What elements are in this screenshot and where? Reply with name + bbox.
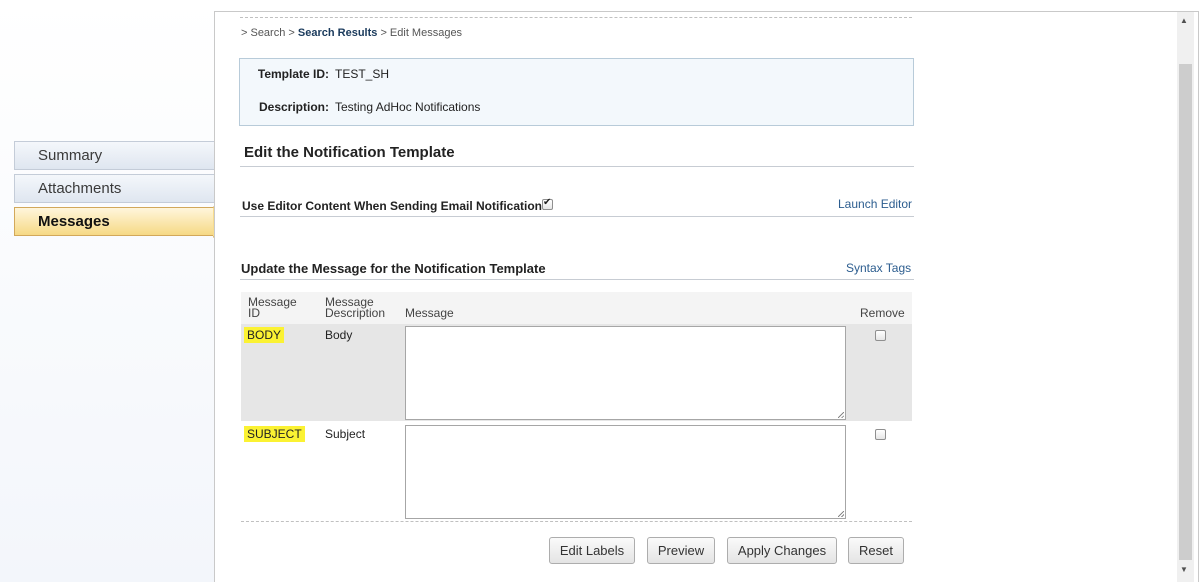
editor-option-label: Use Editor Content When Sending Email No… (242, 199, 547, 213)
tab-attachments[interactable]: Attachments (14, 174, 214, 203)
message-description-subject: Subject (325, 427, 366, 441)
breadcrumb-prefix[interactable]: > Search > (241, 27, 295, 39)
breadcrumb-suffix: > Edit Messages (380, 27, 463, 39)
scroll-up-arrow-icon[interactable]: ▲ (1180, 16, 1188, 25)
description-label: Description: (258, 100, 329, 114)
launch-editor-link[interactable]: Launch Editor (838, 197, 912, 211)
edit-section-title: Edit the Notification Template (244, 144, 455, 161)
message-textarea-subject[interactable] (405, 425, 846, 519)
preview-button[interactable]: Preview (647, 537, 715, 564)
reset-button[interactable]: Reset (848, 537, 904, 564)
description-value: Testing AdHoc Notifications (335, 100, 481, 114)
left-nav-background (0, 0, 214, 582)
column-header-message-id: Message ID (248, 295, 297, 320)
scrollbar-thumb[interactable] (1179, 64, 1192, 560)
column-header-message-description: Message Description (325, 295, 386, 320)
message-textarea-body[interactable] (405, 326, 846, 420)
update-section-divider (240, 279, 914, 280)
template-id-label: Template ID: (257, 67, 329, 81)
apply-changes-button[interactable]: Apply Changes (727, 537, 837, 564)
top-divider (240, 17, 912, 18)
breadcrumb-search-results[interactable]: Search Results (298, 27, 377, 39)
column-header-remove: Remove (860, 306, 905, 320)
remove-checkbox-body[interactable] (875, 330, 886, 341)
section-divider (240, 166, 914, 167)
breadcrumb: > Search > Search Results > Edit Message… (241, 27, 462, 39)
remove-checkbox-subject[interactable] (875, 429, 886, 440)
syntax-tags-link[interactable]: Syntax Tags (846, 261, 911, 275)
table-bottom-divider (241, 521, 912, 522)
tab-messages[interactable]: Messages (14, 207, 214, 236)
editor-option-divider (240, 216, 914, 217)
update-section-title: Update the Message for the Notification … (241, 261, 546, 276)
editor-content-checkbox[interactable] (542, 197, 553, 210)
message-id-subject: SUBJECT (244, 426, 305, 442)
message-description-body: Body (325, 328, 353, 342)
scroll-down-arrow-icon[interactable]: ▼ (1180, 565, 1188, 574)
message-id-body: BODY (244, 327, 285, 343)
template-id-value: TEST_SH (335, 67, 390, 81)
tab-summary[interactable]: Summary (14, 141, 214, 170)
edit-labels-button[interactable]: Edit Labels (549, 537, 635, 564)
column-header-message: Message (405, 306, 454, 320)
